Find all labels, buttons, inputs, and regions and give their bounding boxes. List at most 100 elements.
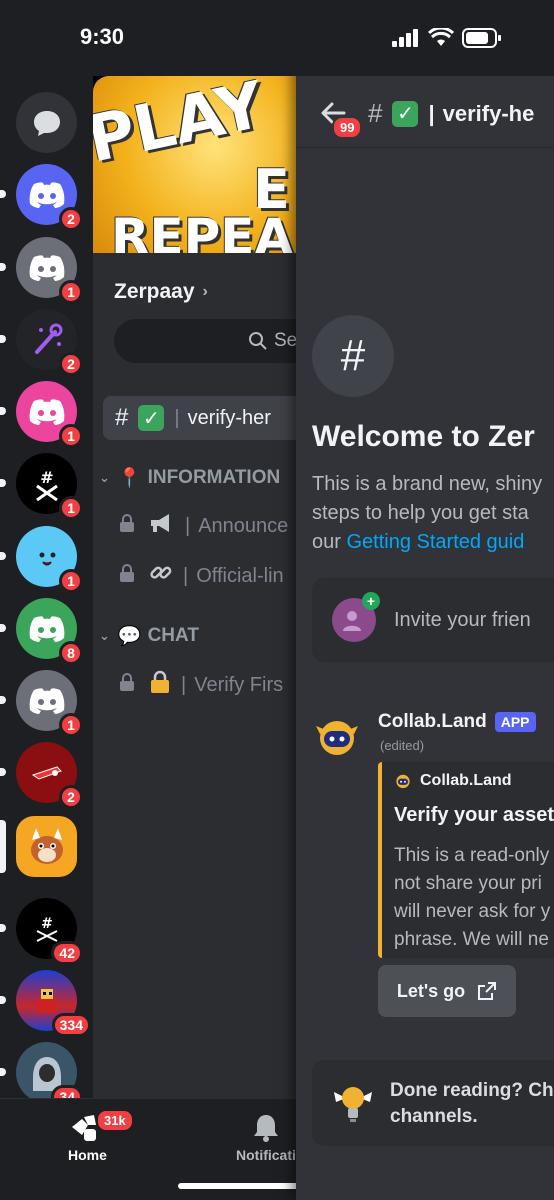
embed-author: Collab.Land xyxy=(394,772,512,790)
chat-panel: 99 # ✓ | verify-he # Welcome to Zer This… xyxy=(296,0,554,1200)
unread-pill xyxy=(0,407,6,415)
embed-line: phrase. We will ne xyxy=(394,929,549,950)
winged-lightbulb-icon xyxy=(334,1087,372,1122)
chat-header: 99 # ✓ | verify-he xyxy=(296,76,554,148)
server-icon-2[interactable]: 1 xyxy=(0,237,83,304)
unread-badge: 1 xyxy=(59,424,83,448)
welcome-line-1: This is a brand new, shiny xyxy=(312,473,543,495)
separator: | xyxy=(174,406,180,429)
lets-go-label: Let's go xyxy=(396,980,466,1001)
dog-mascot-icon xyxy=(16,816,77,877)
nav-home[interactable]: 31k Home xyxy=(68,1109,134,1163)
search-label: Se xyxy=(274,330,296,351)
home-badge: 31k xyxy=(96,1109,134,1132)
category-chat[interactable]: ⌄ 💬 CHAT xyxy=(99,621,199,651)
server-name-header[interactable]: Zerpaay › xyxy=(114,280,208,304)
chevron-right-icon: › xyxy=(202,283,208,300)
server-icon-13[interactable]: 34 xyxy=(0,1042,83,1098)
channel-verify-here[interactable]: # ✓ | verify-her xyxy=(103,396,296,440)
status-icons xyxy=(392,28,502,48)
chevron-down-icon: ⌄ xyxy=(99,470,110,485)
category-information[interactable]: ⌄ 📍 INFORMATION xyxy=(99,463,280,493)
lock-icon xyxy=(119,563,137,589)
text-channel-icon: # xyxy=(368,98,383,128)
check-mark-icon: ✓ xyxy=(138,405,165,431)
server-icon-8[interactable]: 1 xyxy=(0,670,83,737)
unread-pill xyxy=(0,335,6,343)
channel-panel: PLAY E REPEA Zerpaay › Se # ✓ | verify-h… xyxy=(93,76,296,1098)
server-banner: PLAY E REPEA xyxy=(93,76,296,253)
pin-icon: 📍 xyxy=(117,468,142,489)
banner-text-3: REPEA xyxy=(111,208,294,253)
unread-pill xyxy=(0,696,6,704)
embed-title: Verify your assets xyxy=(394,804,554,826)
invite-friends-card[interactable]: + Invite your frien xyxy=(312,578,554,662)
message-author[interactable]: Collab.Land APP xyxy=(378,711,536,733)
unread-badge: 34 xyxy=(51,1085,83,1098)
server-name: Zerpaay xyxy=(114,280,195,303)
nav-home-label: Home xyxy=(68,1147,107,1163)
unread-pill xyxy=(0,996,6,1004)
gold-lock-icon xyxy=(149,670,171,700)
link-icon xyxy=(149,561,173,591)
server-icon-3[interactable]: 2 xyxy=(0,309,83,376)
separator: | xyxy=(183,564,189,587)
wifi-icon xyxy=(428,28,454,46)
direct-messages-button[interactable] xyxy=(16,92,77,153)
nav-notifications[interactable]: Notificati xyxy=(236,1113,296,1163)
channel-title[interactable]: # ✓ | verify-he xyxy=(368,98,534,129)
server-icon-9[interactable]: 2 xyxy=(0,742,83,809)
unread-badge: 334 xyxy=(51,1013,91,1037)
chat-bubble-icon xyxy=(16,92,77,153)
server-icon-7[interactable]: 8 xyxy=(0,598,83,665)
banner-text-1: PLAY xyxy=(93,76,271,178)
collab-land-robot-icon xyxy=(396,774,410,789)
search-icon xyxy=(249,332,267,350)
channel-name: verify-her xyxy=(187,406,271,429)
embed-line: will never ask for y xyxy=(394,901,551,922)
server-icon-11[interactable]: # 42 xyxy=(0,898,83,965)
lock-icon xyxy=(119,513,137,539)
server-icon-zerpaay[interactable] xyxy=(0,816,77,877)
edited-label: (edited) xyxy=(380,738,425,753)
done-reading-card[interactable]: Done reading? Che channels. xyxy=(312,1060,554,1146)
unread-badge: 1 xyxy=(59,280,83,304)
server-icon-5[interactable]: # 1 xyxy=(0,453,83,520)
megaphone-icon xyxy=(149,512,175,540)
collab-land-robot-icon xyxy=(316,721,358,755)
separator: | xyxy=(181,673,187,696)
getting-started-link[interactable]: Getting Started guid xyxy=(346,531,524,553)
channel-announcements[interactable]: | Announce xyxy=(105,504,296,548)
unread-pill xyxy=(0,263,6,271)
check-mark-icon: ✓ xyxy=(392,100,419,127)
welcome-text: This is a brand new, shiny steps to help… xyxy=(312,470,554,557)
invite-text: Invite your frien xyxy=(394,608,531,631)
lock-icon xyxy=(119,672,137,698)
server-icon-1[interactable]: 2 xyxy=(0,164,83,231)
unread-badge: 8 xyxy=(59,641,83,665)
selected-pill xyxy=(0,820,6,873)
channel-official-links[interactable]: | Official-lin xyxy=(105,554,296,598)
done-reading-text: Done reading? Che channels. xyxy=(390,1078,554,1130)
search-button[interactable]: Se xyxy=(114,319,296,363)
welcome-title: Welcome to Zer xyxy=(312,420,535,453)
unread-pill xyxy=(0,190,6,198)
lets-go-button[interactable]: Let's go xyxy=(378,965,516,1017)
category-label: CHAT xyxy=(147,625,199,646)
unread-badge: 42 xyxy=(51,941,83,965)
separator: | xyxy=(185,514,191,537)
status-time: 9:30 xyxy=(80,24,125,49)
channel-name: Official-lin xyxy=(196,564,284,587)
channel-verify-first[interactable]: | Verify Firs xyxy=(105,663,296,707)
server-icon-4[interactable]: 1 xyxy=(0,381,83,448)
channel-name: Announce xyxy=(198,514,289,537)
svg-text:#: # xyxy=(40,468,53,487)
app-tag: APP xyxy=(494,712,536,732)
server-icon-12[interactable]: 334 xyxy=(0,970,91,1037)
category-label: INFORMATION xyxy=(147,467,281,488)
bot-avatar[interactable] xyxy=(314,714,360,760)
unread-badge: 1 xyxy=(59,713,83,737)
server-icon-6[interactable]: 1 xyxy=(0,526,83,593)
channel-title-text: verify-he xyxy=(442,100,535,126)
embed-description: This is a read-only not share your pri w… xyxy=(394,842,550,954)
